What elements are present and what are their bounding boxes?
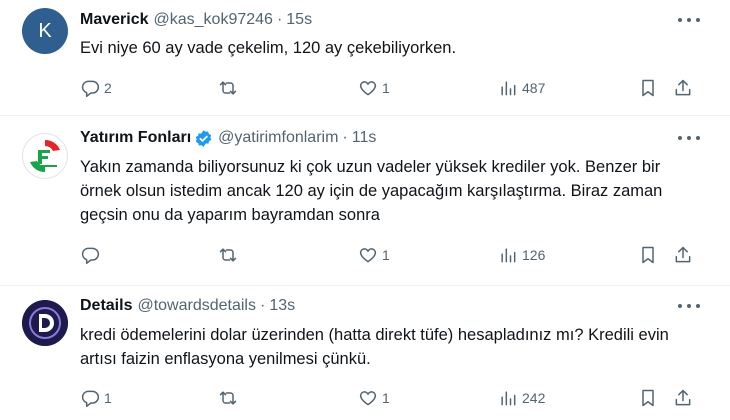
tweet-actions: 1 126 bbox=[80, 243, 691, 267]
verified-badge-icon bbox=[195, 129, 212, 147]
views-icon bbox=[501, 81, 516, 96]
tweet-yatirim-fonlari[interactable]: Yatırım Fonları @yatirimfonlarim · 11s Y… bbox=[0, 116, 730, 286]
timestamp[interactable]: 15s bbox=[286, 10, 312, 30]
tweet-header: Yatırım Fonları @yatirimfonlarim · 11s bbox=[80, 128, 376, 148]
view-count: 126 bbox=[522, 247, 546, 263]
details-logo-icon bbox=[22, 300, 68, 346]
retweet-button[interactable] bbox=[218, 76, 242, 100]
like-count: 1 bbox=[382, 247, 390, 263]
reply-count: 1 bbox=[104, 390, 112, 406]
tweet-actions: 1 1 242 bbox=[80, 386, 691, 410]
separator: · bbox=[342, 129, 348, 146]
author-handle[interactable]: @kas_kok97246 bbox=[154, 10, 273, 30]
tweet-maverick[interactable]: K Maverick @kas_kok97246 · 15s Evi niye … bbox=[0, 0, 730, 116]
avatar[interactable]: K bbox=[22, 8, 68, 54]
tweet-text: kredi ödemelerini dolar üzerinden (hatta… bbox=[80, 326, 669, 368]
bookmark-icon bbox=[642, 246, 654, 264]
bookmark-icon bbox=[642, 79, 654, 97]
views-button[interactable]: 487 bbox=[498, 76, 545, 100]
separator: · bbox=[259, 297, 266, 314]
reply-icon bbox=[81, 80, 100, 98]
share-button[interactable] bbox=[673, 243, 693, 267]
share-icon bbox=[675, 79, 691, 96]
reply-count: 2 bbox=[104, 80, 112, 96]
views-icon bbox=[501, 391, 516, 406]
retweet-icon bbox=[219, 81, 237, 95]
reply-button[interactable] bbox=[80, 243, 104, 267]
views-button[interactable]: 126 bbox=[498, 243, 545, 267]
share-button[interactable] bbox=[673, 76, 693, 100]
tweet-text: Yakın zamanda biliyorsunuz ki çok uzun v… bbox=[80, 158, 663, 224]
separator: · bbox=[276, 11, 283, 28]
avatar[interactable] bbox=[22, 300, 68, 346]
timestamp[interactable]: 11s bbox=[352, 128, 377, 148]
fund-logo-icon bbox=[24, 135, 66, 177]
author-name[interactable]: Details bbox=[80, 296, 132, 316]
tweet-actions: 2 1 487 bbox=[80, 76, 691, 100]
tweet-feed: K Maverick @kas_kok97246 · 15s Evi niye … bbox=[0, 0, 730, 420]
view-count: 242 bbox=[522, 390, 546, 406]
retweet-icon bbox=[219, 248, 237, 262]
bookmark-button[interactable] bbox=[638, 243, 658, 267]
reply-icon bbox=[81, 390, 100, 408]
like-icon bbox=[359, 81, 377, 96]
view-count: 487 bbox=[522, 80, 546, 96]
like-count: 1 bbox=[382, 390, 390, 406]
views-icon bbox=[501, 248, 516, 263]
bookmark-icon bbox=[642, 389, 654, 407]
share-icon bbox=[675, 389, 691, 406]
avatar-letter: K bbox=[38, 19, 52, 42]
author-handle[interactable]: @towardsdetails bbox=[137, 296, 256, 316]
more-icon[interactable] bbox=[678, 296, 700, 316]
reply-icon bbox=[81, 247, 100, 265]
share-icon bbox=[675, 246, 691, 263]
bookmark-button[interactable] bbox=[638, 76, 658, 100]
like-button[interactable]: 1 bbox=[358, 76, 390, 100]
views-button[interactable]: 242 bbox=[498, 386, 545, 410]
author-name[interactable]: Yatırım Fonları bbox=[80, 128, 191, 148]
reply-button[interactable]: 2 bbox=[80, 76, 112, 100]
retweet-icon bbox=[219, 391, 237, 405]
avatar[interactable] bbox=[22, 133, 68, 179]
reply-button[interactable]: 1 bbox=[80, 386, 112, 410]
more-icon[interactable] bbox=[678, 128, 700, 148]
like-button[interactable]: 1 bbox=[358, 386, 390, 410]
like-button[interactable]: 1 bbox=[358, 243, 390, 267]
retweet-button[interactable] bbox=[218, 243, 242, 267]
tweet-header: Maverick @kas_kok97246 · 15s bbox=[80, 10, 312, 30]
like-icon bbox=[359, 391, 377, 406]
retweet-button[interactable] bbox=[218, 386, 242, 410]
tweet-text: Evi niye 60 ay vade çekelim, 120 ay çeke… bbox=[80, 39, 457, 57]
tweet-details[interactable]: Details @towardsdetails · 13s kredi ödem… bbox=[0, 286, 730, 420]
timestamp[interactable]: 13s bbox=[269, 296, 295, 316]
bookmark-button[interactable] bbox=[638, 386, 658, 410]
more-icon[interactable] bbox=[678, 10, 700, 30]
author-name[interactable]: Maverick bbox=[80, 10, 149, 30]
share-button[interactable] bbox=[673, 386, 693, 410]
like-icon bbox=[359, 248, 377, 263]
like-count: 1 bbox=[382, 80, 390, 96]
author-handle[interactable]: @yatirimfonlarim bbox=[218, 128, 338, 148]
tweet-header: Details @towardsdetails · 13s bbox=[80, 296, 295, 316]
